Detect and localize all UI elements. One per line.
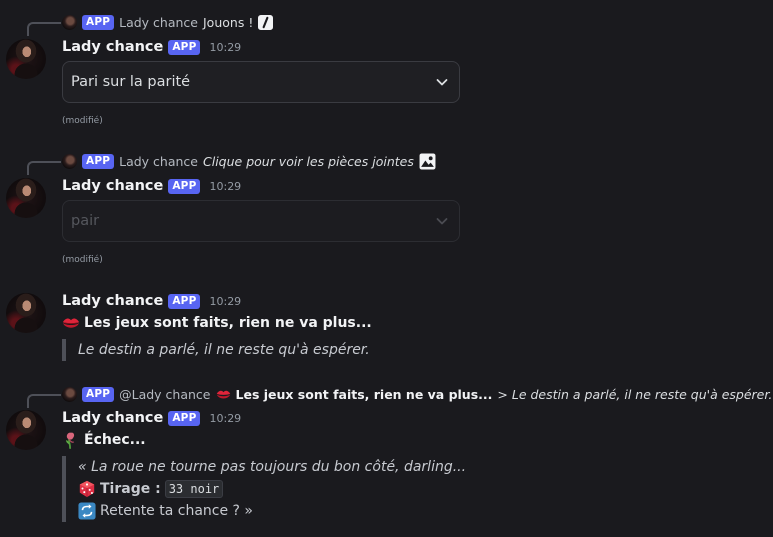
bet-select-dropdown[interactable]: Pari sur la parité [62,61,460,103]
reply-connector [27,161,61,175]
timestamp[interactable]: 10:29 [209,180,241,193]
avatar[interactable] [6,39,46,79]
tirage-value: 33 noir [164,480,224,498]
reply-text[interactable]: Clique pour voir les pièces jointes [203,154,414,169]
app-badge: APP [168,293,201,309]
timestamp[interactable]: 10:29 [209,295,241,308]
app-badge: APP [168,410,201,426]
reply-preview[interactable]: APP Lady chance Clique pour voir les piè… [62,152,436,170]
username[interactable]: Lady chance [62,410,163,426]
quote-line-1: « La roue ne tourne pas toujours du bon … [78,459,467,475]
select-value: pair [71,213,100,229]
select-value: Pari sur la parité [71,74,191,90]
reply-avatar[interactable] [62,386,77,402]
chevron-down-icon [436,218,448,225]
kiss-mark-icon [216,390,230,398]
reply-bold-text[interactable]: Les jeux sont faits, rien ne va plus... [236,387,493,402]
message-header: Lady chance APP 10:29 [62,39,241,55]
username[interactable]: Lady chance [62,39,163,55]
chevron-down-icon [436,79,448,86]
wilted-flower-icon [66,432,75,449]
blockquote: Le destin a parlé, il ne reste qu'à espé… [62,339,370,361]
username[interactable]: Lady chance [62,293,163,309]
title-text: Les jeux sont faits, rien ne va plus... [84,315,372,331]
message-title: Les jeux sont faits, rien ne va plus... [62,314,372,332]
app-badge: APP [82,386,115,402]
blockquote: « La roue ne tourne pas toujours du bon … [62,456,466,522]
reply-preview[interactable]: APP Lady chance Jouons ! [62,13,274,31]
slash-command-icon [258,14,274,30]
username[interactable]: Lady chance [62,178,163,194]
reply-avatar[interactable] [62,14,77,30]
quote-line-retry: Retente ta chance ? » [78,500,466,522]
avatar[interactable] [6,178,46,218]
message-header: Lady chance APP 10:29 [62,178,241,194]
app-badge: APP [82,14,115,30]
reply-author[interactable]: Lady chance [119,15,198,30]
reply-preview[interactable]: APP @Lady chance Les jeux sont faits, ri… [62,385,772,403]
image-icon [419,153,436,169]
avatar[interactable] [6,293,46,333]
timestamp[interactable]: 10:29 [209,41,241,54]
edited-label: (modifié) [62,255,103,265]
tirage-label: Tirage : [100,481,161,497]
reply-author[interactable]: Lady chance [119,154,198,169]
title-text: Échec... [84,432,146,448]
kiss-mark-icon [62,318,80,328]
parity-select-dropdown-disabled: pair [62,200,460,242]
reply-avatar[interactable] [62,153,77,169]
message-title: Échec... [62,431,146,449]
app-badge: APP [82,153,115,169]
timestamp[interactable]: 10:29 [209,412,241,425]
app-badge: APP [168,39,201,55]
quote-text: Le destin a parlé, il ne reste qu'à espé… [78,342,370,358]
repeat-arrows-icon [78,502,96,520]
reply-connector [27,22,61,36]
quote-line-tirage: Tirage : 33 noir [78,478,466,500]
reply-connector [27,394,61,408]
message-header: Lady chance APP 10:29 [62,410,241,426]
edited-label: (modifié) [62,116,103,126]
reply-rest-text[interactable]: > Le destin a parlé, il ne reste qu'à es… [497,387,772,402]
avatar[interactable] [6,410,46,450]
reply-author[interactable]: @Lady chance [119,387,210,402]
game-die-icon [79,480,95,498]
retry-text: Retente ta chance ? » [100,503,253,519]
reply-text[interactable]: Jouons ! [203,15,253,30]
message-header: Lady chance APP 10:29 [62,293,241,309]
app-badge: APP [168,178,201,194]
